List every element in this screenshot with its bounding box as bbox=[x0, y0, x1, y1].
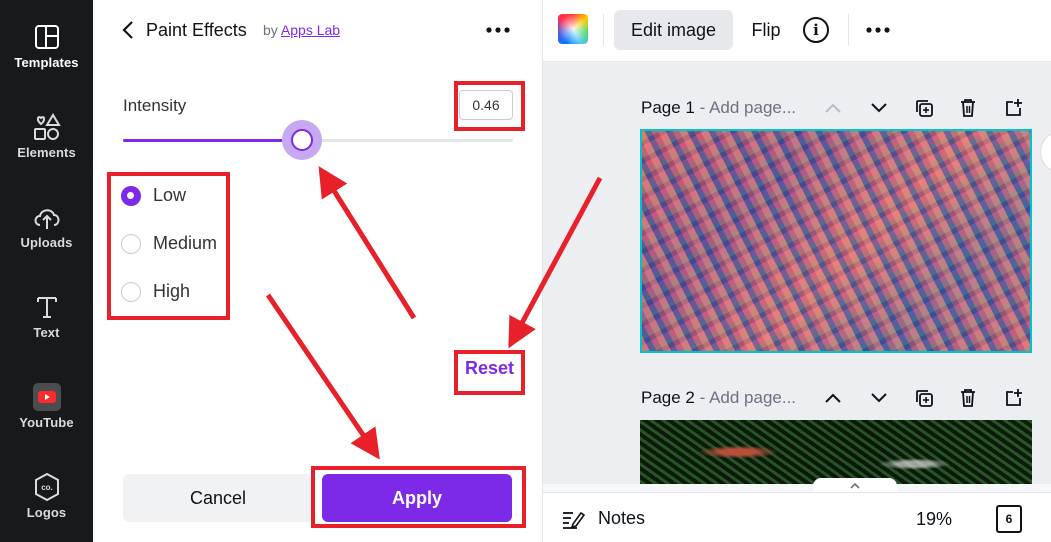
annotation-arrow bbox=[265, 293, 380, 460]
annotation-arrows bbox=[265, 166, 603, 460]
annotation-arrow bbox=[318, 166, 417, 320]
annotation-arrow bbox=[508, 176, 603, 349]
